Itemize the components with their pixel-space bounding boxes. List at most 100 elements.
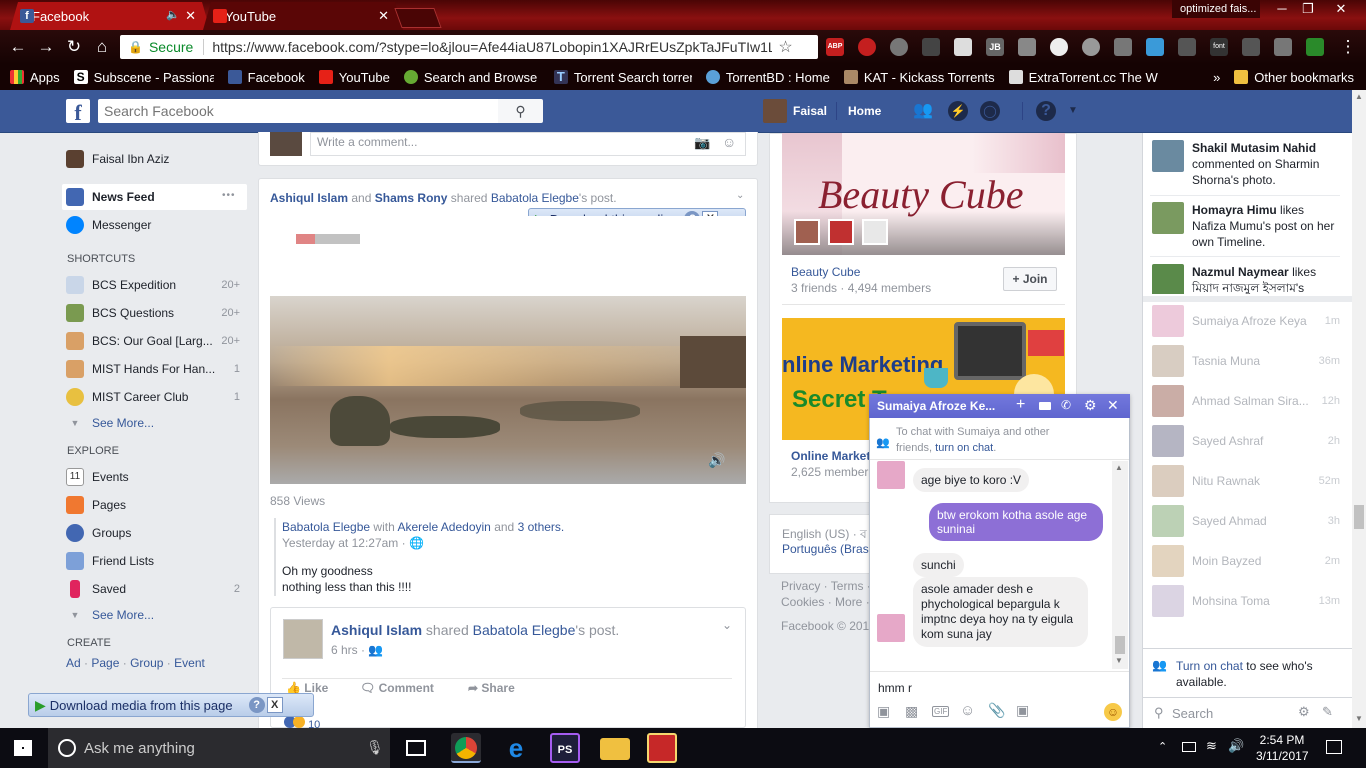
- pen-icon[interactable]: [922, 38, 940, 56]
- gif-icon[interactable]: GIF: [932, 706, 950, 717]
- zoom-icon[interactable]: [1242, 38, 1260, 56]
- contact-item[interactable]: Ahmad Salman Sira... 12h: [1152, 381, 1340, 421]
- contact-item[interactable]: Mohsina Toma 13m: [1152, 581, 1340, 621]
- header-home-link[interactable]: Home: [848, 104, 881, 118]
- footer-links[interactable]: Cookies · More ·: [781, 595, 870, 609]
- explore-friend-lists[interactable]: Friend Lists: [66, 552, 154, 570]
- action-center-icon[interactable]: [1326, 740, 1342, 754]
- windows-start-icon[interactable]: [14, 740, 32, 756]
- shared-author-link[interactable]: Babatola Elegbe: [282, 520, 370, 534]
- chrome-taskbar-icon[interactable]: [451, 733, 481, 763]
- url-text[interactable]: https://www.facebook.com/?stype=lo&jlou=…: [212, 39, 772, 55]
- camera-icon[interactable]: ▣: [1016, 702, 1029, 719]
- post-options-chevron-icon[interactable]: ⌄: [736, 190, 744, 201]
- explore-groups[interactable]: Groups: [66, 524, 131, 542]
- wifi-icon[interactable]: ≋: [1206, 738, 1217, 754]
- avatar[interactable]: [763, 99, 787, 123]
- messenger-icon[interactable]: ⚡: [948, 101, 968, 121]
- search-icon[interactable]: ⚲: [498, 99, 543, 123]
- new-tab-button[interactable]: [394, 8, 442, 28]
- contact-item[interactable]: Nitu Rawnak 52m: [1152, 461, 1340, 501]
- scroll-down-icon[interactable]: ▼: [1115, 656, 1123, 665]
- crop-icon[interactable]: [1274, 38, 1292, 56]
- shortcut-mist-career[interactable]: MIST Career Club 1: [66, 388, 240, 406]
- speaker-icon[interactable]: 🔈: [166, 8, 180, 21]
- download-ext-icon[interactable]: [1306, 38, 1324, 56]
- chat-input[interactable]: hmm r: [878, 681, 912, 695]
- attachment-icon[interactable]: 📎: [988, 702, 1005, 719]
- chat-contact-name[interactable]: Sumaiya Afroze Ke...: [877, 399, 995, 413]
- bookmark-yify[interactable]: Search and Browse YI: [403, 70, 540, 85]
- friend-requests-icon[interactable]: 👥: [912, 101, 934, 121]
- create-ad-link[interactable]: Ad: [66, 656, 81, 670]
- phpstorm-icon[interactable]: PS: [550, 733, 580, 763]
- avatar[interactable]: [283, 619, 323, 659]
- download-manager-icon[interactable]: [647, 733, 677, 763]
- contact-item[interactable]: Sumaiya Afroze Keya 1m: [1152, 301, 1340, 341]
- close-icon[interactable]: X: [266, 697, 283, 713]
- turn-on-chat-link[interactable]: Turn on chat: [1176, 659, 1243, 673]
- tab-youtube[interactable]: YouTube ✕: [203, 2, 403, 30]
- explore-events[interactable]: 11 Events: [66, 468, 129, 486]
- facebook-logo-icon[interactable]: f: [66, 99, 90, 125]
- vpn-icon[interactable]: [1178, 38, 1196, 56]
- clock-time[interactable]: 2:54 PM: [1256, 733, 1308, 747]
- scroll-thumb[interactable]: [1115, 636, 1125, 654]
- ticker-item[interactable]: Homayra Himu likes Nafiza Mumu's post on…: [1152, 202, 1340, 250]
- ticker-item[interactable]: Nazmul Naymear likes মিয়াদ নাজমুল ইসলাম…: [1152, 264, 1340, 294]
- post-author-link[interactable]: Ashiqul Islam: [270, 191, 348, 205]
- microphone-icon[interactable]: 🎙: [366, 739, 384, 756]
- language-link[interactable]: English (US) · ব: [782, 527, 867, 541]
- share-button[interactable]: ➦ Share: [468, 681, 515, 695]
- minimize-icon[interactable]: ─: [1268, 0, 1296, 20]
- language-link[interactable]: Português (Bras: [782, 542, 869, 556]
- volume-icon[interactable]: 🔊: [708, 452, 725, 469]
- shortcut-bcs-questions[interactable]: BCS Questions 20+: [66, 304, 240, 322]
- comment-input[interactable]: Write a comment...: [310, 132, 746, 156]
- post-source-link[interactable]: Babatola Elegbe: [491, 191, 579, 205]
- tab-close-icon[interactable]: ✕: [378, 8, 389, 24]
- group-name-link[interactable]: Beauty Cube: [791, 265, 860, 279]
- comment-button[interactable]: 🗨 Comment: [360, 681, 434, 695]
- scroll-down-icon[interactable]: ▼: [1355, 714, 1363, 723]
- disc-icon[interactable]: [1082, 38, 1100, 56]
- bookmark-torrentbd[interactable]: TorrentBD : Home: [705, 70, 830, 85]
- create-group-link[interactable]: Group: [130, 656, 163, 670]
- post-options-chevron-icon[interactable]: ⌄: [722, 618, 732, 632]
- page-scrollbar[interactable]: [1352, 90, 1366, 728]
- left-nav-news-feed[interactable]: News Feed: [66, 188, 155, 206]
- menu-icon[interactable]: ⋮: [1338, 37, 1358, 57]
- grid-icon[interactable]: [1018, 38, 1036, 56]
- shortcut-bcs-our-goal[interactable]: BCS: Our Goal [Larg... 20+: [66, 332, 240, 350]
- battery-icon[interactable]: [1182, 742, 1196, 752]
- footer-links[interactable]: Privacy · Terms ·: [781, 579, 871, 593]
- maximize-icon[interactable]: ❐: [1294, 0, 1322, 20]
- others-link[interactable]: 3 others.: [518, 520, 565, 534]
- contact-item[interactable]: Moin Bayzed 2m: [1152, 541, 1340, 581]
- clock-date[interactable]: 3/11/2017: [1256, 749, 1309, 763]
- post-timestamp[interactable]: 6 hrs · 👥: [331, 643, 383, 657]
- bookmark-extratorrent[interactable]: ExtraTorrent.cc The W: [1008, 70, 1159, 85]
- laugh-emoji-icon[interactable]: ☺: [1104, 703, 1122, 721]
- home-icon[interactable]: ⌂: [92, 37, 112, 57]
- shortcut-mist-hands[interactable]: MIST Hands For Han... 1: [66, 360, 240, 378]
- video-player[interactable]: 🔊: [270, 216, 746, 484]
- create-event-link[interactable]: Event: [174, 656, 205, 670]
- group-banner-beauty-cube[interactable]: Beauty Cube: [782, 133, 1065, 255]
- chat-search-input[interactable]: Search: [1172, 706, 1213, 721]
- group-name-link[interactable]: Online Market: [791, 449, 870, 463]
- jb-icon[interactable]: JB: [986, 38, 1004, 56]
- add-people-icon[interactable]: +: [1016, 396, 1025, 414]
- address-bar[interactable]: 🔒 Secure https://www.facebook.com/?stype…: [120, 35, 818, 59]
- see-more-explore[interactable]: ▼ See More...: [66, 607, 155, 623]
- forward-icon[interactable]: →: [36, 37, 56, 57]
- reload-icon[interactable]: ↻: [64, 37, 84, 57]
- scroll-up-icon[interactable]: ▲: [1355, 92, 1363, 101]
- post-source-link[interactable]: Babatola Elegbe: [473, 622, 576, 638]
- bookmark-apps[interactable]: Apps: [10, 70, 60, 85]
- volume-icon[interactable]: 🔊: [1228, 738, 1244, 754]
- close-window-icon[interactable]: ✕: [1326, 0, 1356, 20]
- back-icon[interactable]: ←: [8, 37, 28, 57]
- adblock-plus-icon[interactable]: ABP: [826, 38, 844, 56]
- lock-ext-icon[interactable]: [1114, 38, 1132, 56]
